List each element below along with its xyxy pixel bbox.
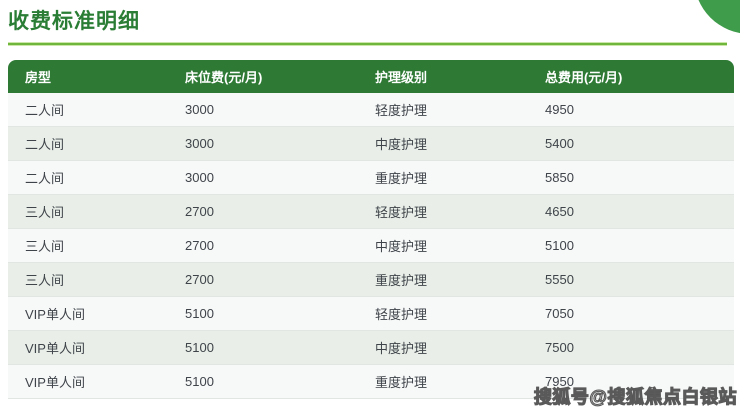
table-row: 二人间3000中度护理5400	[8, 127, 734, 161]
table-cell-room: 二人间	[8, 161, 168, 195]
table-cell-total-fee: 5550	[528, 263, 734, 297]
table-cell-total-fee: 5100	[528, 229, 734, 263]
table-cell-room: 三人间	[8, 229, 168, 263]
table-cell-care-level: 重度护理	[358, 161, 528, 195]
table-cell-care-level: 轻度护理	[358, 297, 528, 331]
column-header-total-fee: 总费用(元/月)	[528, 60, 734, 93]
table-cell-room: 三人间	[8, 195, 168, 229]
table-row: 三人间2700中度护理5100	[8, 229, 734, 263]
table-cell-room: 二人间	[8, 127, 168, 161]
table-row: 三人间2700轻度护理4650	[8, 195, 734, 229]
table-cell-total-fee: 7050	[528, 297, 734, 331]
page: 收费标准明细 房型 床位费(元/月) 护理级别 总费用(元/月) 二人间3000…	[0, 0, 740, 410]
title-divider	[8, 42, 727, 46]
table-cell-care-level: 轻度护理	[358, 93, 528, 127]
header-row: 房型 床位费(元/月) 护理级别 总费用(元/月)	[8, 60, 734, 93]
table-row: 二人间3000轻度护理4950	[8, 93, 734, 127]
table-cell-bed-fee: 5100	[168, 297, 358, 331]
page-title: 收费标准明细	[8, 5, 140, 35]
table-row: 三人间2700重度护理5550	[8, 263, 734, 297]
table-cell-bed-fee: 2700	[168, 263, 358, 297]
fee-table: 房型 床位费(元/月) 护理级别 总费用(元/月) 二人间3000轻度护理495…	[8, 60, 734, 399]
table-cell-care-level: 中度护理	[358, 127, 528, 161]
table-cell-total-fee: 4950	[528, 93, 734, 127]
table-cell-total-fee: 4650	[528, 195, 734, 229]
table-cell-room: 二人间	[8, 93, 168, 127]
table-cell-care-level: 中度护理	[358, 229, 528, 263]
table-cell-care-level: 中度护理	[358, 331, 528, 365]
column-header-bed-fee: 床位费(元/月)	[168, 60, 358, 93]
column-header-room: 房型	[8, 60, 168, 93]
table-cell-bed-fee: 5100	[168, 331, 358, 365]
column-header-care-level: 护理级别	[358, 60, 528, 93]
table-cell-bed-fee: 2700	[168, 195, 358, 229]
table-cell-bed-fee: 3000	[168, 161, 358, 195]
table-cell-bed-fee: 3000	[168, 93, 358, 127]
table-cell-care-level: 重度护理	[358, 365, 528, 399]
corner-decoration-circle	[694, 0, 740, 34]
table-row: 二人间3000重度护理5850	[8, 161, 734, 195]
table-cell-bed-fee: 2700	[168, 229, 358, 263]
table-cell-bed-fee: 5100	[168, 365, 358, 399]
table-cell-bed-fee: 3000	[168, 127, 358, 161]
table-cell-total-fee: 5400	[528, 127, 734, 161]
fee-table-header: 房型 床位费(元/月) 护理级别 总费用(元/月)	[8, 60, 734, 93]
table-row: VIP单人间5100轻度护理7050	[8, 297, 734, 331]
watermark: 搜狐号@搜狐焦点白银站	[534, 383, 737, 409]
table-cell-room: VIP单人间	[8, 331, 168, 365]
table-row: VIP单人间5100中度护理7500	[8, 331, 734, 365]
table-cell-care-level: 重度护理	[358, 263, 528, 297]
fee-table-body: 二人间3000轻度护理4950二人间3000中度护理5400二人间3000重度护…	[8, 93, 734, 399]
table-cell-total-fee: 5850	[528, 161, 734, 195]
table-cell-room: 三人间	[8, 263, 168, 297]
table-cell-total-fee: 7500	[528, 331, 734, 365]
table-cell-care-level: 轻度护理	[358, 195, 528, 229]
table-cell-room: VIP单人间	[8, 297, 168, 331]
table-cell-room: VIP单人间	[8, 365, 168, 399]
